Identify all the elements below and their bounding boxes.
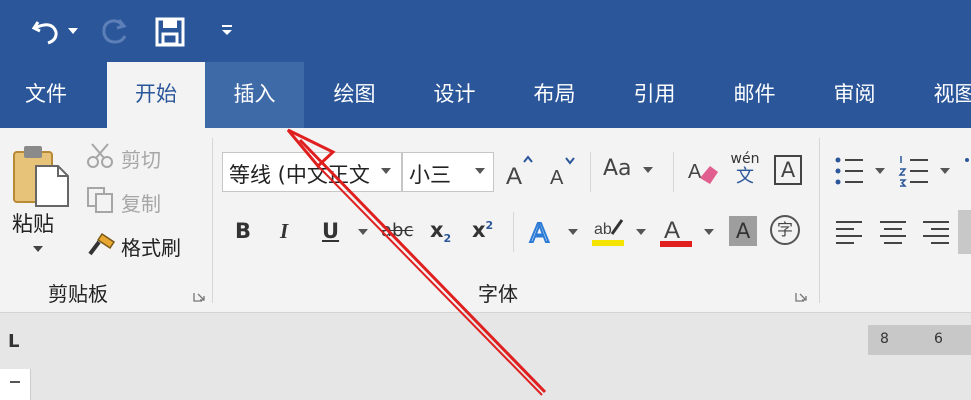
annotation-arrow-icon <box>286 128 547 396</box>
